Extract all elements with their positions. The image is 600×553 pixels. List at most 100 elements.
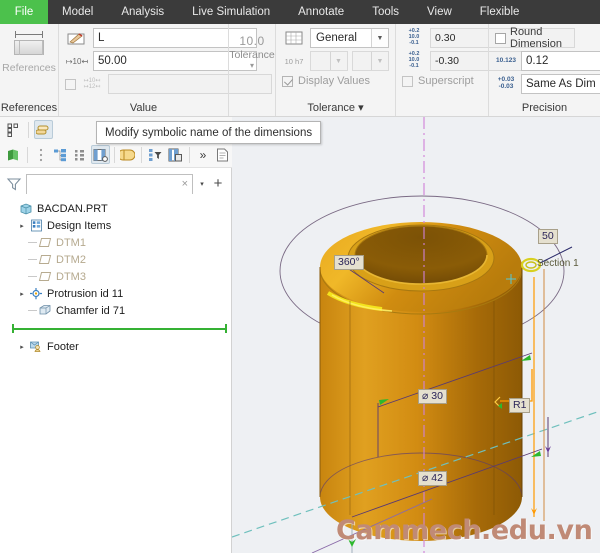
toolbar-separator (141, 146, 143, 163)
menu-item-flexible[interactable]: Flexible (466, 0, 534, 24)
filter-tree-icon[interactable] (146, 145, 165, 164)
datum-plane-icon (37, 254, 53, 265)
outer-diameter-dimension[interactable]: ⌀ 42 (418, 471, 447, 486)
tree-item-design-items-label: Design Items (47, 219, 112, 232)
watermark: Cammech.edu.vn (336, 515, 593, 546)
tolerance-dropdown-button[interactable]: 10.0 Tolerance ▾ (229, 28, 275, 70)
display-values-row: Display Values (282, 75, 389, 87)
height-dimension[interactable]: 50 (538, 229, 558, 244)
menu-item-view-label: View (427, 6, 452, 18)
dimension-third-checkbox[interactable] (65, 78, 76, 90)
tree-expander[interactable]: ▸ (16, 222, 28, 230)
tree-filter-bar: × ▾ + (0, 168, 231, 198)
dim-precision-icon: 10.123 (496, 56, 516, 64)
dim-precision-input[interactable] (521, 51, 600, 71)
datum-plane-icon (37, 271, 53, 282)
menu-item-file-label: File (14, 6, 34, 18)
upper-tolerance-icon: +0.2 10.0 -0.1 (408, 28, 420, 46)
tree-expander[interactable]: ▸ (16, 290, 28, 298)
round-dimension-row: Round Dimension (495, 26, 594, 50)
tol-precision-input[interactable] (521, 74, 600, 94)
tree-connector (28, 242, 37, 243)
angle-dimension[interactable]: 360° (334, 255, 364, 270)
tooltip: Modify symbolic name of the dimensions (96, 121, 322, 144)
lower-tolerance-icon: +0.2 10.0 -0.1 (408, 51, 420, 69)
model-display-icon[interactable] (4, 145, 23, 164)
chevron-down-icon[interactable]: ▾ (197, 180, 207, 188)
copy-tree-icon[interactable] (166, 145, 185, 164)
chamfer-icon (37, 304, 53, 317)
graphics-viewport[interactable]: 360° 50 R1 ⌀ 30 ⌀ 42 Section 1 (232, 117, 600, 553)
dimension-references-icon (11, 31, 47, 59)
menu-item-live-simulation-label: Live Simulation (192, 6, 271, 18)
menu-item-view[interactable]: View (413, 0, 466, 24)
tree-connector (28, 310, 37, 311)
bore-diameter-dimension[interactable]: ⌀ 30 (418, 389, 447, 404)
dimension-value-row: ↦10↤ (65, 51, 257, 71)
tree-item-part[interactable]: BACDAN.PRT (6, 200, 231, 217)
ribbon-group-value: ↦10↤ ↦10↤↦12↤ Value (58, 24, 272, 116)
tolerance-button-label: Tolerance (229, 49, 275, 61)
toolbar-separator (26, 146, 28, 163)
ribbon-group-references: References References (0, 24, 58, 116)
creo-application-window: File Model Analysis Live Simulation Anno… (0, 0, 600, 553)
model-3d-view[interactable] (232, 117, 600, 553)
round-dimension-checkbox[interactable] (495, 32, 506, 44)
tolerance-mode-select[interactable]: General ▼ (310, 28, 389, 48)
tree-item-footer[interactable]: ▸ Footer (6, 338, 231, 355)
funnel-filter-icon[interactable] (6, 176, 22, 192)
tree-item-dtm2-label: DTM2 (56, 253, 86, 266)
references-button[interactable]: References (2, 28, 56, 74)
display-values-checkbox[interactable] (282, 75, 293, 87)
chevron-down-icon[interactable]: ▾ (250, 62, 254, 70)
part-icon (18, 202, 34, 215)
insert-here-indicator[interactable] (12, 324, 227, 333)
secondary-toolbar-row-2: » (0, 142, 232, 168)
superscript-checkbox[interactable] (402, 75, 413, 87)
tolerance-fit-select-2[interactable]: ▼ (351, 51, 389, 71)
chevron-down-icon[interactable]: ▼ (371, 29, 388, 47)
radius-dimension[interactable]: R1 (509, 398, 531, 413)
toolbar-separator (28, 121, 29, 138)
tree-item-chamfer[interactable]: Chamfer id 71 (6, 302, 231, 319)
menu-item-file[interactable]: File (0, 0, 48, 24)
ribbon-group-precision-title: Precision (521, 102, 568, 114)
tree-structure-icon[interactable] (51, 145, 70, 164)
menu-item-model[interactable]: Model (48, 0, 107, 24)
model-layers-icon[interactable] (34, 120, 53, 139)
tree-items-icon[interactable] (71, 145, 90, 164)
tree-item-design-items[interactable]: ▸ Design Items (6, 217, 231, 234)
tolerance-fit-select[interactable]: ▼ (310, 51, 348, 71)
menu-item-live-simulation[interactable]: Live Simulation (178, 0, 284, 24)
ribbon-group-tolerance-values-title (396, 100, 488, 116)
tree-item-dtm3[interactable]: DTM3 (6, 268, 231, 285)
add-filter-icon[interactable]: + (211, 176, 225, 191)
tree-item-protrusion[interactable]: ▸ Protrusion id 11 (6, 285, 231, 302)
menu-item-tools[interactable]: Tools (358, 0, 413, 24)
tree-expander[interactable]: ▸ (16, 343, 28, 351)
chevron-down-icon[interactable]: ▼ (371, 52, 388, 70)
tree-columns-icon[interactable] (32, 145, 51, 164)
tree-search-input[interactable] (27, 176, 192, 194)
chevron-down-icon[interactable]: ▼ (329, 52, 347, 70)
tree-item-dtm1[interactable]: DTM1 (6, 234, 231, 251)
ribbon-group-precision: Round Dimension 10.123 +0.03-0.03 Precis… (488, 24, 600, 116)
toolbar-separator (188, 146, 190, 163)
main-menu-bar: File Model Analysis Live Simulation Anno… (0, 0, 600, 24)
layer-tree-icon[interactable] (118, 145, 137, 164)
ribbon-group-tolerance-button: 10.0 Tolerance ▾ (228, 24, 275, 116)
tree-item-dtm2[interactable]: DTM2 (6, 251, 231, 268)
more-tools-icon[interactable]: » (194, 145, 213, 164)
menu-item-annotate[interactable]: Annotate (284, 0, 358, 24)
tree-item-footer-label: Footer (47, 340, 79, 353)
tolerance-table-icon (282, 29, 306, 47)
ribbon-group-tolerance-title[interactable]: Tolerance ▾ (276, 100, 395, 116)
notes-icon[interactable] (213, 145, 232, 164)
clear-search-icon[interactable]: × (182, 178, 188, 190)
tree-grid-icon[interactable] (90, 145, 110, 164)
show-tree-filters-icon[interactable] (4, 120, 23, 139)
superscript-label: Superscript (418, 75, 474, 87)
tol-precision-row: +0.03 -0.03 (495, 74, 600, 94)
section-label[interactable]: Section 1 (537, 258, 579, 269)
menu-item-analysis[interactable]: Analysis (107, 0, 178, 24)
